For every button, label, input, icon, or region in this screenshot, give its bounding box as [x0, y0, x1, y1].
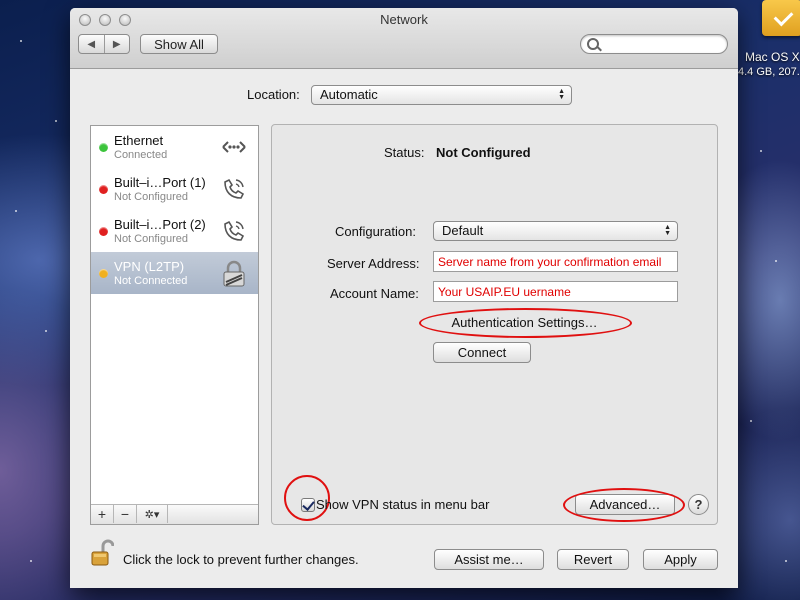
disk-info-label: 4.4 GB, 207.	[738, 66, 800, 78]
add-service-button[interactable]: +	[91, 505, 114, 523]
location-value: Automatic	[320, 87, 378, 102]
service-item-modem-2[interactable]: Built–i…Port (2) Not Configured	[91, 210, 258, 252]
show-all-button[interactable]: Show All	[140, 34, 218, 54]
popup-arrows-icon: ▲ ▼	[664, 224, 671, 237]
service-item-vpn[interactable]: VPN (L2TP) Not Connected	[91, 252, 258, 294]
show-vpn-status-checkbox[interactable]	[301, 498, 315, 512]
account-name-field[interactable]	[433, 281, 678, 302]
account-name-label: Account Name:	[330, 286, 419, 301]
service-item-modem-1[interactable]: Built–i…Port (1) Not Configured	[91, 168, 258, 210]
service-list: Ethernet Connected Built–i…Port (1) Not …	[90, 125, 259, 525]
status-dot	[99, 227, 108, 236]
configuration-value: Default	[442, 223, 484, 238]
service-status: Not Configured	[114, 233, 188, 245]
remove-service-button[interactable]: −	[114, 505, 137, 523]
configuration-popup[interactable]: Default ▲ ▼	[433, 221, 678, 241]
padlock-icon[interactable]	[90, 538, 114, 568]
lock-instruction: Click the lock to prevent further change…	[123, 552, 359, 567]
service-name: Built–i…Port (1)	[114, 175, 206, 190]
apply-button[interactable]: Apply	[643, 549, 718, 570]
search-field[interactable]	[580, 34, 728, 54]
vpn-detail-pane: Status: Not Configured Configuration: De…	[271, 124, 718, 525]
status-dot	[99, 143, 108, 152]
status-dot	[99, 185, 108, 194]
connect-button[interactable]: Connect	[433, 342, 531, 363]
authentication-settings-button[interactable]: Authentication Settings…	[436, 312, 613, 333]
show-vpn-status-label: Show VPN status in menu bar	[316, 497, 490, 512]
back-forward-control: ◀ ▶	[78, 34, 130, 54]
phone-modem-icon	[224, 178, 245, 199]
service-list-toolbar: + − ✲▾	[91, 504, 258, 524]
service-name: Ethernet	[114, 133, 164, 148]
search-icon	[587, 38, 599, 50]
service-status: Not Connected	[114, 275, 188, 287]
external-disk-icon[interactable]	[762, 0, 800, 36]
assist-me-button[interactable]: Assist me…	[434, 549, 544, 570]
back-button[interactable]: ◀	[79, 35, 104, 53]
service-status: Not Configured	[114, 191, 188, 203]
configuration-label: Configuration:	[335, 224, 416, 239]
forward-button[interactable]: ▶	[103, 35, 130, 53]
service-name: Built–i…Port (2)	[114, 217, 206, 232]
server-address-label: Server Address:	[327, 256, 420, 271]
service-status: Connected	[114, 149, 168, 161]
revert-button[interactable]: Revert	[557, 549, 629, 570]
status-dot	[99, 269, 108, 278]
vpn-lock-icon	[223, 260, 245, 287]
server-address-field[interactable]	[433, 251, 678, 272]
advanced-button[interactable]: Advanced…	[575, 494, 675, 515]
disk-name-label: Mac OS X	[745, 50, 800, 64]
window-titlebar[interactable]: Network ◀ ▶ Show All	[70, 8, 738, 69]
window-title: Network	[380, 12, 428, 27]
ethernet-icon	[222, 141, 246, 153]
help-button[interactable]: ?	[688, 494, 709, 515]
search-input[interactable]	[603, 36, 721, 52]
phone-modem-icon	[224, 220, 245, 241]
action-gear-button[interactable]: ✲▾	[137, 505, 168, 523]
popup-arrows-icon: ▲ ▼	[558, 88, 565, 101]
service-name: VPN (L2TP)	[114, 259, 185, 274]
network-preferences-window: Network ◀ ▶ Show All Location: Automatic…	[70, 8, 738, 588]
status-label: Status:	[384, 145, 425, 160]
service-item-ethernet[interactable]: Ethernet Connected	[91, 126, 258, 168]
location-label: Location:	[247, 87, 300, 102]
location-popup[interactable]: Automatic ▲ ▼	[311, 85, 572, 105]
status-value: Not Configured	[436, 145, 531, 160]
